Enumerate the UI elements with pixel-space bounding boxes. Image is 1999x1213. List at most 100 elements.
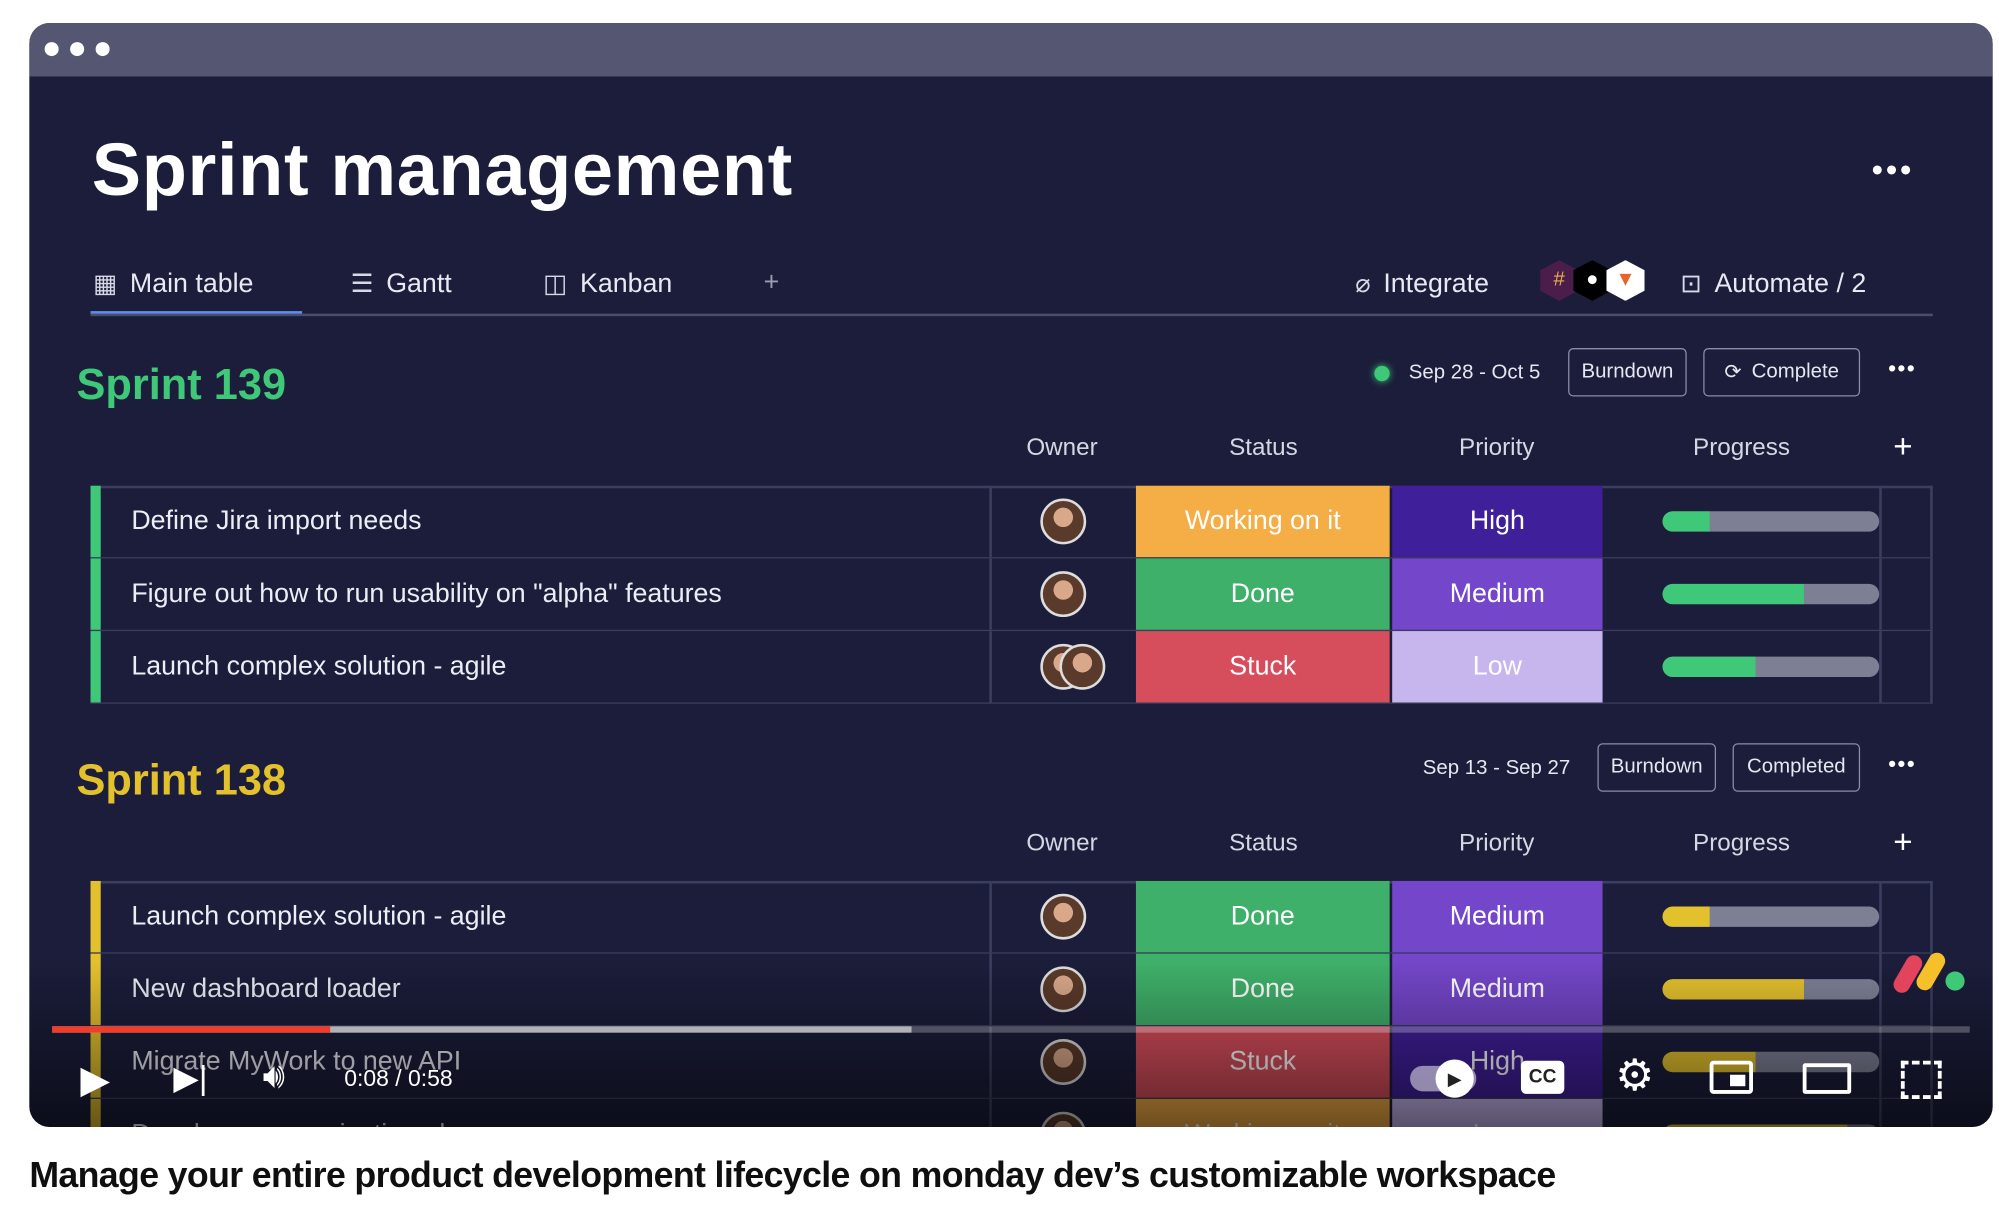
- complete-sprint-button[interactable]: ⟳ Complete: [1703, 348, 1861, 397]
- window-titlebar: [29, 22, 1993, 77]
- priority-cell[interactable]: Medium: [1392, 558, 1603, 630]
- group-color-bar: [90, 485, 101, 558]
- owner-avatar[interactable]: [1040, 571, 1087, 618]
- add-view-button[interactable]: +: [764, 268, 780, 299]
- status-cell[interactable]: Done: [1135, 880, 1390, 953]
- autoplay-play-icon: ▶: [1435, 1059, 1474, 1098]
- task-name[interactable]: Launch complex solution - agile: [131, 901, 506, 932]
- controls-gradient: [29, 961, 1993, 1128]
- kanban-icon: ◫: [543, 270, 568, 299]
- plug-icon: ⌀: [1355, 270, 1371, 299]
- next-button[interactable]: ▶|: [173, 1058, 207, 1098]
- github-icon: ●: [1573, 260, 1612, 301]
- burndown-label: Burndown: [1610, 756, 1703, 778]
- complete-label: Complete: [1751, 360, 1839, 383]
- add-column-button[interactable]: +: [1893, 822, 1912, 862]
- settings-gear-icon[interactable]: ⚙: [1615, 1051, 1654, 1102]
- volume-button[interactable]: 🔊︎: [263, 1056, 285, 1098]
- column-header-owner[interactable]: Owner: [1026, 435, 1097, 463]
- board-more-button[interactable]: •••: [1872, 150, 1914, 190]
- window-dot: [44, 42, 59, 57]
- robot-icon: ⊡: [1680, 270, 1702, 299]
- column-header-priority[interactable]: Priority: [1459, 830, 1534, 858]
- fullscreen-button[interactable]: [1900, 1060, 1942, 1099]
- sprint-more-button[interactable]: •••: [1888, 356, 1916, 383]
- column-header-owner[interactable]: Owner: [1026, 830, 1097, 858]
- tabs-divider: [90, 313, 1933, 316]
- sprint-dates: Sep 28 - Oct 5: [1408, 362, 1541, 384]
- group-color-bar: [90, 880, 101, 953]
- progress-fill: [1662, 906, 1711, 927]
- active-sprint-dot: [1374, 365, 1390, 382]
- progress-fill: [1662, 511, 1711, 532]
- refresh-icon: ⟳: [1724, 362, 1742, 384]
- burndown-button[interactable]: Burndown: [1597, 743, 1717, 792]
- burndown-label: Burndown: [1581, 360, 1674, 383]
- tab-kanban[interactable]: ◫ Kanban: [543, 268, 672, 300]
- owner-avatar[interactable]: [1040, 893, 1087, 940]
- page-title: Sprint management: [91, 128, 793, 212]
- autoplay-toggle[interactable]: ▶: [1410, 1059, 1477, 1098]
- tab-main-table[interactable]: ▦ Main table: [93, 268, 253, 300]
- integrate-button[interactable]: ⌀ Integrate: [1355, 268, 1489, 300]
- completed-button[interactable]: Completed: [1732, 743, 1861, 792]
- gantt-icon: ☰: [350, 270, 374, 299]
- status-cell[interactable]: Done: [1135, 558, 1390, 630]
- table-row[interactable]: Define Jira import needs Working on it H…: [90, 485, 1933, 559]
- gitlab-icon: ▼: [1606, 260, 1645, 301]
- theater-mode-button[interactable]: [1802, 1063, 1852, 1094]
- progress-bar: [1662, 906, 1880, 927]
- task-name[interactable]: Figure out how to run usability on "alph…: [131, 579, 722, 610]
- table-icon: ▦: [93, 270, 118, 299]
- owner-avatar[interactable]: [1040, 498, 1087, 545]
- column-header-status[interactable]: Status: [1229, 435, 1298, 463]
- add-column-button[interactable]: +: [1893, 427, 1912, 467]
- task-name[interactable]: Define Jira import needs: [131, 506, 421, 537]
- tab-label: Main table: [129, 268, 254, 298]
- automate-label: Automate / 2: [1714, 268, 1867, 298]
- progress-bar: [1662, 656, 1880, 677]
- tab-label: Gantt: [386, 268, 452, 298]
- sprint-title[interactable]: Sprint 139: [76, 361, 286, 411]
- integrate-label: Integrate: [1383, 268, 1490, 298]
- miniplayer-button[interactable]: [1709, 1060, 1753, 1094]
- group-color-bar: [90, 631, 101, 703]
- completed-label: Completed: [1747, 756, 1846, 778]
- tab-label: Kanban: [579, 268, 673, 298]
- played-bar: [52, 1026, 331, 1033]
- monday-logo: [1890, 946, 1971, 996]
- column-header-priority[interactable]: Priority: [1459, 435, 1534, 463]
- burndown-button[interactable]: Burndown: [1568, 348, 1687, 397]
- priority-cell[interactable]: High: [1392, 485, 1603, 558]
- progress-bar: [1662, 583, 1880, 605]
- column-header-progress[interactable]: Progress: [1693, 435, 1790, 463]
- table-row[interactable]: Launch complex solution - agile Done Med…: [90, 880, 1933, 954]
- priority-cell[interactable]: Medium: [1392, 880, 1603, 953]
- status-cell[interactable]: Working on it: [1135, 485, 1390, 558]
- automate-button[interactable]: ⊡ Automate / 2: [1680, 268, 1866, 300]
- progress-bar: [1662, 511, 1880, 532]
- table-row[interactable]: Figure out how to run usability on "alph…: [90, 558, 1933, 632]
- column-header-status[interactable]: Status: [1229, 830, 1298, 858]
- slack-icon: #: [1540, 260, 1579, 301]
- priority-cell[interactable]: Low: [1392, 631, 1603, 703]
- play-button[interactable]: ▶: [80, 1058, 109, 1103]
- captions-button[interactable]: CC: [1520, 1060, 1565, 1094]
- time-display: 0:08 / 0:58: [344, 1065, 453, 1092]
- sprint-dates: Sep 13 - Sep 27: [1422, 757, 1571, 779]
- sprint-title[interactable]: Sprint 138: [76, 756, 286, 806]
- group-color-bar: [90, 558, 101, 630]
- table-row[interactable]: Launch complex solution - agile Stuck Lo…: [90, 631, 1933, 704]
- video-player[interactable]: Sprint management ••• ▦ Main table ☰ Gantt…: [29, 22, 1993, 1128]
- tab-gantt[interactable]: ☰ Gantt: [351, 268, 452, 300]
- window-dot: [95, 42, 110, 57]
- owner-avatar[interactable]: [1059, 643, 1106, 690]
- integration-logos: # ● ▼: [1540, 260, 1645, 301]
- status-cell[interactable]: Stuck: [1135, 631, 1390, 703]
- progress-fill: [1662, 656, 1756, 677]
- task-name[interactable]: Launch complex solution - agile: [131, 651, 506, 682]
- column-header-progress[interactable]: Progress: [1693, 830, 1790, 858]
- progress-fill: [1662, 583, 1804, 605]
- seek-bar[interactable]: [52, 1026, 1970, 1033]
- sprint-more-button[interactable]: •••: [1888, 751, 1916, 778]
